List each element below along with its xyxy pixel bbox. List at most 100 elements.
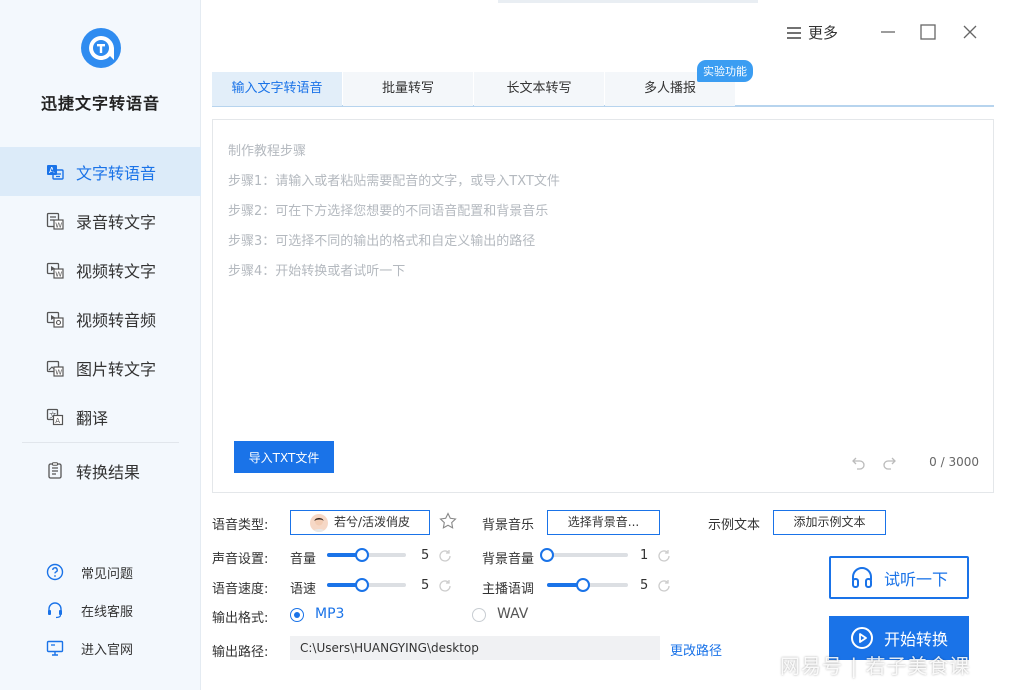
pitch-slider-handle[interactable] — [575, 578, 590, 592]
change-path-link[interactable]: 更改路径 — [670, 640, 722, 659]
format-wav-radio[interactable] — [472, 608, 486, 622]
start-convert-label: 开始转换 — [883, 630, 948, 649]
close-icon[interactable] — [960, 22, 980, 42]
bg-volume-slider[interactable] — [540, 548, 628, 562]
sidebar-item-image-to-text[interactable]: W 图片转文字 — [0, 343, 201, 392]
svg-text:W: W — [55, 221, 62, 229]
monitor-icon — [46, 639, 64, 657]
watermark-text: 网易号 | 若子美食课 — [780, 654, 971, 678]
minimize-icon[interactable] — [878, 22, 898, 42]
redo-icon[interactable] — [881, 454, 897, 470]
text-to-speech-icon: A — [46, 163, 64, 181]
video-to-text-icon: W — [46, 261, 64, 279]
undo-icon[interactable] — [851, 454, 867, 470]
reset-volume-icon[interactable] — [438, 549, 452, 563]
official-site-link[interactable]: 进入官网 — [0, 629, 201, 667]
sidebar-item-text-to-speech[interactable]: A 文字转语音 — [0, 147, 201, 196]
tab-input-text-to-speech[interactable]: 输入文字转语音 — [212, 72, 342, 106]
brand: 迅捷文字转语音 — [0, 26, 201, 114]
reset-pitch-icon[interactable] — [657, 579, 671, 593]
svg-text:W: W — [55, 368, 62, 376]
reset-speed-icon[interactable] — [438, 579, 452, 593]
video-to-audio-icon — [46, 310, 64, 328]
app-title: 迅捷文字转语音 — [40, 94, 160, 113]
text-editor[interactable]: 制作教程步骤 步骤1：请输入或者粘贴需要配音的文字，或导入TXT文件 步骤2：可… — [212, 119, 994, 493]
preview-listen-label: 试听一下 — [883, 569, 948, 589]
online-support-link[interactable]: 在线客服 — [0, 591, 201, 629]
sidebar-item-results[interactable]: 转换结果 — [0, 446, 201, 495]
faq-link[interactable]: 常见问题 — [0, 553, 201, 591]
app-window: 迅捷文字转语音 A 文字转语音 W 录音转文字 W 视频转文字 视频转音频 W … — [0, 0, 1010, 690]
sidebar-item-label: 文字转语音 — [76, 163, 157, 183]
speed-slider[interactable] — [327, 578, 406, 592]
reset-bg-volume-icon[interactable] — [657, 549, 671, 563]
bg-music-label: 背景音乐 — [482, 518, 535, 533]
import-txt-button[interactable]: 导入TXT文件 — [234, 441, 334, 473]
sidebar-item-translate[interactable]: 文A 翻译 — [0, 392, 201, 441]
sidebar-divider — [22, 442, 179, 443]
sample-text-label: 示例文本 — [708, 518, 761, 533]
guide-step: 步骤4：开始转换或者试听一下 — [228, 264, 406, 279]
headset-icon — [46, 601, 64, 619]
output-path-label: 输出路径: — [212, 645, 269, 660]
more-label: 更多 — [808, 24, 839, 42]
sidebar-item-label: 录音转文字 — [76, 212, 157, 232]
sidebar-item-video-to-text[interactable]: W 视频转文字 — [0, 245, 201, 294]
sidebar-item-label: 图片转文字 — [76, 359, 157, 379]
voice-type-label: 语音类型: — [212, 518, 269, 533]
tab-long-text-transcribe[interactable]: 长文本转写 — [474, 72, 604, 106]
image-to-text-icon: W — [46, 359, 64, 377]
speed-value: 5 — [421, 578, 430, 593]
volume-slider[interactable] — [327, 548, 406, 562]
sidebar: 迅捷文字转语音 A 文字转语音 W 录音转文字 W 视频转文字 视频转音频 W … — [0, 0, 201, 690]
maximize-icon[interactable] — [918, 22, 938, 42]
format-mp3-radio[interactable] — [290, 608, 304, 622]
output-format-label: 输出格式: — [212, 611, 269, 626]
sidebar-footer: 常见问题 在线客服 进入官网 — [0, 553, 201, 667]
editor-placeholder-guide: 制作教程步骤 步骤1：请输入或者粘贴需要配音的文字，或导入TXT文件 步骤2：可… — [228, 137, 560, 287]
headphones-icon — [851, 566, 872, 588]
sidebar-item-audio-to-text[interactable]: W 录音转文字 — [0, 196, 201, 245]
menu-icon — [787, 26, 801, 39]
add-sample-text-button[interactable]: 添加示例文本 — [773, 510, 886, 535]
tab-batch-transcribe[interactable]: 批量转写 — [343, 72, 473, 106]
speed-slider-handle[interactable] — [354, 578, 369, 592]
voice-name: 若兮/活泼俏皮 — [333, 515, 411, 529]
faq-label: 常见问题 — [81, 566, 134, 582]
official-site-label: 进入官网 — [81, 642, 134, 658]
preview-listen-button[interactable]: 试听一下 — [829, 556, 969, 599]
sidebar-item-label: 转换结果 — [76, 462, 141, 482]
voice-avatar — [309, 513, 328, 532]
sidebar-item-video-to-audio[interactable]: 视频转音频 — [0, 294, 201, 343]
select-bg-music-button[interactable]: 选择背景音... — [547, 510, 660, 535]
more-menu-button[interactable]: 更多 — [786, 22, 838, 43]
bg-volume-slider-handle[interactable] — [540, 548, 554, 562]
speed-label: 语速 — [290, 582, 317, 597]
sidebar-item-label: 视频转文字 — [76, 261, 157, 281]
online-support-label: 在线客服 — [81, 604, 134, 620]
volume-value: 5 — [421, 548, 430, 563]
output-path-field[interactable]: C:\Users\HUANGYING\desktop — [290, 636, 660, 660]
translate-icon: 文A — [46, 408, 64, 426]
svg-text:W: W — [55, 270, 62, 278]
pitch-slider[interactable] — [547, 578, 628, 592]
volume-slider-handle[interactable] — [354, 548, 369, 562]
app-logo-icon — [80, 28, 121, 68]
favorite-star-icon[interactable] — [439, 512, 457, 530]
pitch-value: 5 — [640, 578, 649, 593]
guide-step: 步骤3：可选择不同的输出的格式和自定义输出的路径 — [228, 234, 536, 249]
experimental-badge: 实验功能 — [697, 60, 753, 82]
guide-title: 制作教程步骤 — [228, 144, 307, 159]
results-icon — [46, 461, 64, 480]
voice-select-button[interactable]: 若兮/活泼俏皮 — [290, 510, 430, 535]
mode-tabs: 输入文字转语音 批量转写 长文本转写 多人播报 — [212, 72, 994, 107]
sound-settings-label: 声音设置: — [212, 552, 269, 567]
sidebar-nav: A 文字转语音 W 录音转文字 W 视频转文字 视频转音频 W 图片转文字 文 … — [0, 147, 201, 495]
bg-volume-value: 1 — [640, 548, 649, 563]
bg-volume-label: 背景音量 — [482, 552, 535, 567]
char-counter: 0 / 3000 — [929, 455, 979, 469]
pitch-label: 主播语调 — [482, 582, 535, 597]
sidebar-item-label: 翻译 — [76, 408, 109, 428]
play-circle-icon — [850, 627, 873, 649]
sidebar-item-label: 视频转音频 — [76, 310, 157, 330]
